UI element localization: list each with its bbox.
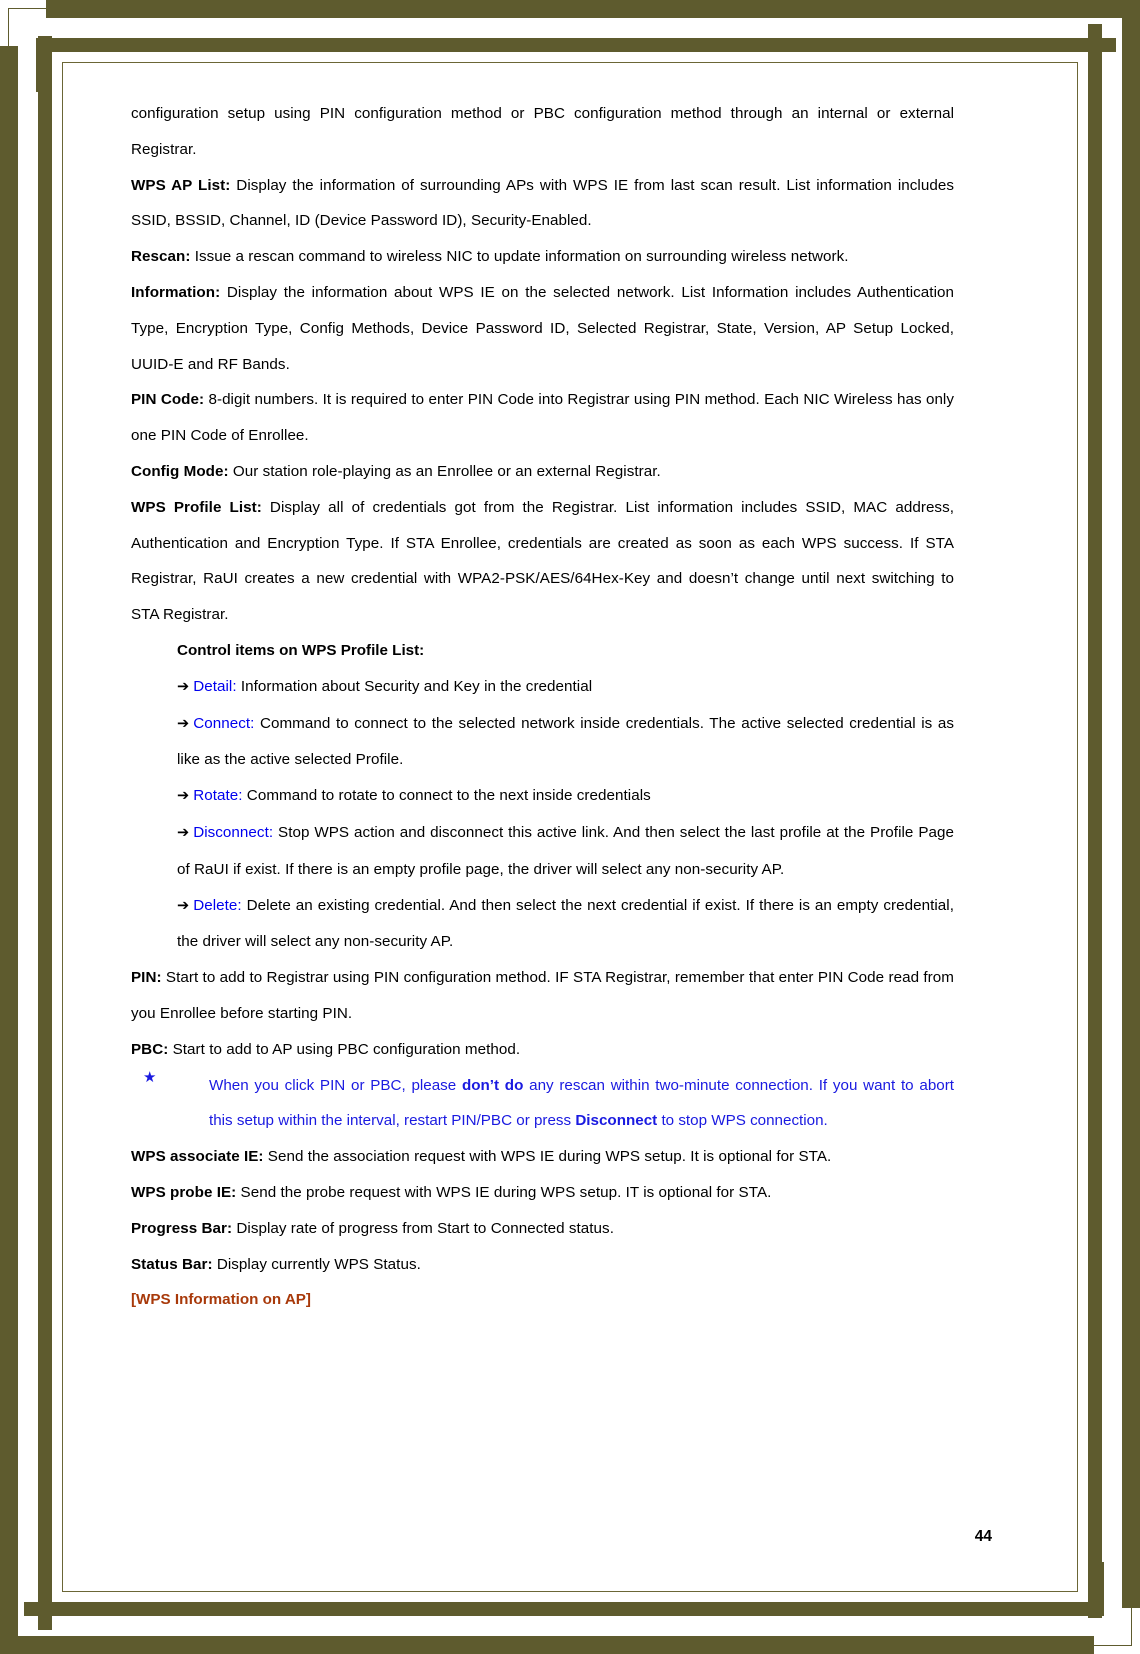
star-icon: ★ [143,1067,157,1086]
entry-label: WPS AP List: [131,176,231,194]
control-item-text: Stop WPS action and disconnect this acti… [177,823,954,878]
arrow-right-icon: ➔ [177,788,190,805]
border-corner-knuckle-top-left [36,38,52,92]
entry-label: Status Bar: [131,1255,213,1273]
border-inner-bar-right [1088,24,1102,1618]
entry-label: WPS associate IE: [131,1148,264,1166]
entry-label: Config Mode: [131,462,229,480]
border-inner-bar-left [38,36,52,1630]
entry-pin-code: PIN Code: 8-digit numbers. It is require… [131,382,954,454]
control-item-keyword: Connect: [193,714,255,732]
entry-label: WPS Profile List: [131,498,262,516]
entry-pin: PIN: Start to add to Registrar using PIN… [131,960,954,1032]
entry-text: Display the information about WPS IE on … [131,283,954,373]
entry-label: WPS probe IE: [131,1183,237,1201]
wps-information-on-ap-heading: [WPS Information on AP] [131,1291,311,1309]
control-item-connect: ➔ Connect: Command to connect to the sele… [177,706,954,779]
entry-label: Information: [131,283,221,301]
warning-note-text: When you click PIN or PBC, please don’t … [209,1068,954,1140]
continued-paragraph: configuration setup using PIN configurat… [131,105,954,158]
entry-text: Display currently WPS Status. [212,1255,421,1273]
entry-text: Send the association request with WPS IE… [263,1148,832,1166]
page-number: 44 [974,1528,992,1545]
entry-text: Start to add to Registrar using PIN conf… [131,969,954,1022]
entry-status-bar: Status Bar: Display currently WPS Status… [131,1247,954,1283]
entry-wps-profile-list: WPS Profile List: Display all of credent… [131,490,954,633]
entry-text: Display all of credentials got from the … [131,498,954,624]
note-bold-dont-do: don’t do [461,1076,524,1094]
note-part-1: When you click PIN or PBC, please [209,1076,462,1094]
arrow-right-icon: ➔ [177,678,190,695]
border-inner-bar-bottom [24,1602,1104,1616]
control-item-delete: ➔ Delete: Delete an existing credential. … [177,888,954,961]
entry-label: PIN: [131,969,162,987]
document-body: configuration setup using PIN configurat… [131,96,954,1318]
control-item-keyword: Detail: [193,677,237,695]
entry-pbc: PBC: Start to add to AP using PBC config… [131,1032,954,1068]
entry-wps-probe-ie: WPS probe IE: Send the probe request wit… [131,1175,954,1211]
entry-label: Progress Bar: [131,1219,233,1237]
entry-label: Rescan: [131,248,191,266]
control-item-text: Delete an existing credential. And then … [177,896,954,951]
entry-wps-ap-list: WPS AP List: Display the information of … [131,168,954,240]
entry-text: Display rate of progress from Start to C… [232,1219,614,1237]
border-inner-bar-top [36,38,1116,52]
arrow-right-icon: ➔ [177,897,190,914]
control-item-keyword: Rotate: [193,787,243,805]
border-bar-right [1122,0,1140,1608]
control-item-text: Information about Security and Key in th… [236,677,593,695]
entry-rescan: Rescan: Issue a rescan command to wirele… [131,239,954,275]
control-items-heading: Control items on WPS Profile List: [177,641,425,659]
control-item-detail: ➔ Detail: Information about Security and … [177,669,954,706]
warning-note: ★ When you click PIN or PBC, please don’… [143,1068,954,1140]
entry-text: Display the information of surrounding A… [131,176,954,230]
control-item-text: Command to connect to the selected netwo… [177,714,954,769]
entry-information: Information: Display the information abo… [131,275,954,382]
note-bold-disconnect: Disconnect [575,1112,658,1130]
entry-text: Send the probe request with WPS IE durin… [236,1183,772,1201]
control-item-keyword: Disconnect: [193,823,274,841]
entry-text: 8-digit numbers. It is required to enter… [131,391,955,445]
entry-progress-bar: Progress Bar: Display rate of progress f… [131,1211,954,1247]
border-bar-top [46,0,1140,18]
entry-label: PBC: [131,1040,169,1058]
entry-text: Issue a rescan command to wireless NIC t… [190,248,849,266]
control-item-rotate: ➔ Rotate: Command to rotate to connect to… [177,778,954,815]
arrow-right-icon: ➔ [177,715,190,732]
control-items-list: ➔ Detail: Information about Security and … [177,669,954,960]
entry-text: Our station role-playing as an Enrollee … [228,462,661,480]
entry-wps-associate-ie: WPS associate IE: Send the association r… [131,1139,954,1175]
control-item-text: Command to rotate to connect to the next… [242,787,651,805]
border-bar-left [0,46,18,1654]
entry-label: PIN Code: [131,391,205,409]
border-bar-bottom [0,1636,1094,1654]
control-item-keyword: Delete: [193,896,242,914]
entry-config-mode: Config Mode: Our station role-playing as… [131,454,954,490]
border-corner-knuckle-bottom-right [1088,1562,1104,1616]
control-item-disconnect: ➔ Disconnect: Stop WPS action and disconn… [177,815,954,888]
arrow-right-icon: ➔ [177,824,190,841]
note-part-3: to stop WPS connection. [657,1112,828,1130]
entry-text: Start to add to AP using PBC configurati… [168,1040,521,1058]
